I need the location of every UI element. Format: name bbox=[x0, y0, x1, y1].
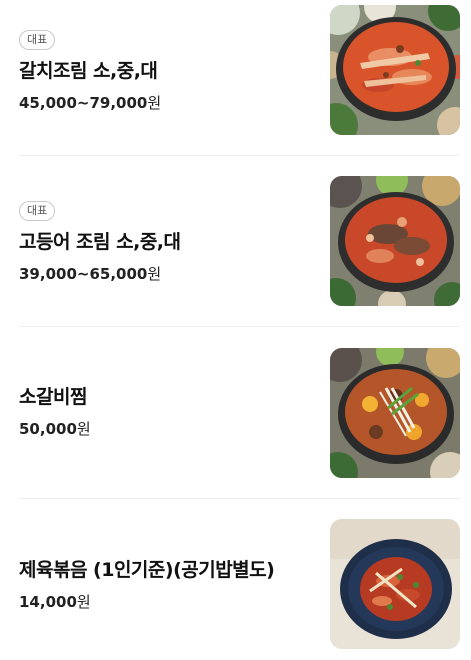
menu-item-price: 50,000원 bbox=[19, 418, 314, 439]
divider bbox=[19, 498, 460, 499]
menu-item-braised-short-ribs[interactable]: 소갈비찜 50,000원 bbox=[19, 348, 460, 478]
braised-short-ribs-photo-icon bbox=[330, 348, 460, 478]
signature-badge: 대표 bbox=[19, 30, 56, 50]
price-unit: 원 bbox=[147, 265, 162, 283]
menu-item-name: 제육볶음 (1인기준)(공기밥별도) bbox=[19, 559, 275, 581]
menu-item-info: 대표 고등어 조림 소,중,대 39,000~65,000원 bbox=[19, 199, 314, 284]
braised-mackerel-photo-icon bbox=[330, 176, 460, 306]
menu-item-info: 제육볶음 (1인기준)(공기밥별도) 14,000원 bbox=[19, 555, 314, 612]
menu-item-name: 소갈비찜 bbox=[19, 386, 87, 408]
menu-item-info: 대표 갈치조림 소,중,대 45,000~79,000원 bbox=[19, 28, 314, 113]
price-value: 45,000~79,000 bbox=[19, 94, 148, 112]
divider bbox=[19, 155, 460, 156]
price-value: 14,000 bbox=[19, 593, 77, 611]
menu-item-photo[interactable] bbox=[330, 176, 460, 306]
price-value: 50,000 bbox=[19, 420, 77, 438]
braised-cutlassfish-photo-icon bbox=[330, 5, 460, 135]
spicy-pork-stir-fry-photo-icon bbox=[330, 519, 460, 649]
menu-item-spicy-pork-stir-fry[interactable]: 제육볶음 (1인기준)(공기밥별도) 14,000원 bbox=[19, 519, 460, 649]
price-value: 39,000~65,000 bbox=[19, 265, 148, 283]
price-unit: 원 bbox=[147, 94, 162, 112]
menu-item-name: 고등어 조림 소,중,대 bbox=[19, 231, 181, 253]
price-unit: 원 bbox=[76, 420, 91, 438]
menu-item-braised-cutlassfish[interactable]: 대표 갈치조림 소,중,대 45,000~79,000원 bbox=[19, 5, 460, 135]
divider bbox=[19, 326, 460, 327]
menu-item-photo[interactable] bbox=[330, 5, 460, 135]
menu-item-photo[interactable] bbox=[330, 348, 460, 478]
price-unit: 원 bbox=[76, 593, 91, 611]
menu-item-price: 45,000~79,000원 bbox=[19, 92, 314, 113]
signature-badge: 대표 bbox=[19, 201, 56, 221]
menu-item-braised-mackerel[interactable]: 대표 고등어 조림 소,중,대 39,000~65,000원 bbox=[19, 176, 460, 306]
menu-item-price: 14,000원 bbox=[19, 591, 314, 612]
menu-item-price: 39,000~65,000원 bbox=[19, 263, 314, 284]
menu-item-name: 갈치조림 소,중,대 bbox=[19, 60, 158, 82]
menu-item-photo[interactable] bbox=[330, 519, 460, 649]
menu-item-info: 소갈비찜 50,000원 bbox=[19, 382, 314, 439]
